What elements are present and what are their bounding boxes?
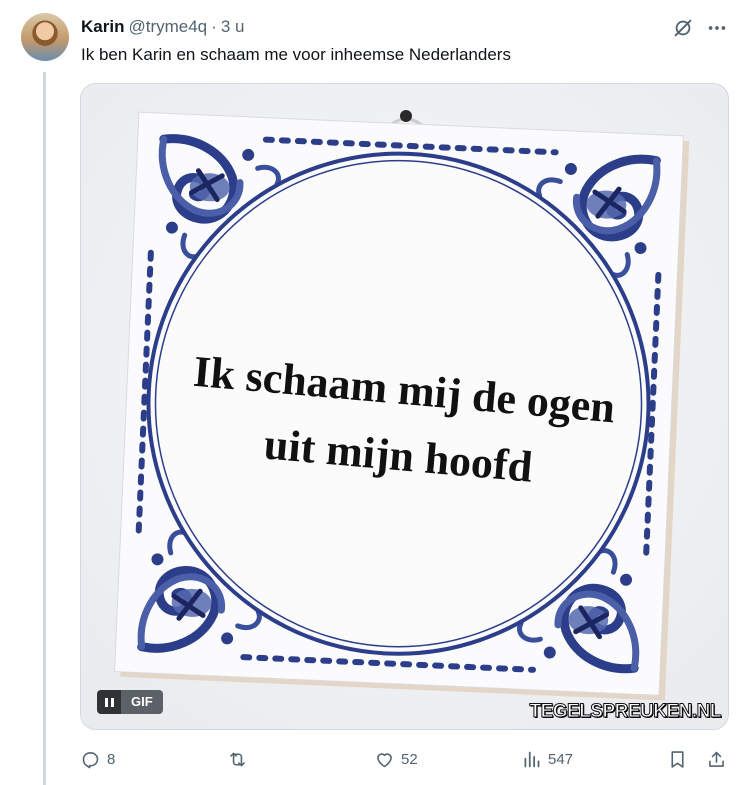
gif-controls: GIF [97,690,163,714]
delft-tile-image: Ik schaam mij de ogen uit mijn hoofd [81,84,728,729]
grok-icon[interactable] [672,17,694,39]
timestamp[interactable]: 3 u [221,17,245,37]
reply-button[interactable]: 8 [80,746,115,772]
views-count: 547 [548,750,574,768]
views-button[interactable]: 547 [521,746,573,772]
gif-badge: GIF [121,690,163,714]
share-icon [709,751,724,767]
pause-icon[interactable] [97,690,121,714]
like-count: 52 [401,750,418,768]
bookmark-icon [671,750,684,768]
views-icon [524,751,540,767]
share-button[interactable] [706,746,733,772]
like-button[interactable]: 52 [374,746,418,772]
more-icon[interactable] [706,17,728,39]
action-bar: 8 52 547 [80,746,730,772]
tweet-header: Karin @tryme4q · 3 u [81,16,244,38]
display-name[interactable]: Karin [81,17,124,37]
user-handle[interactable]: @tryme4q [128,17,207,37]
retweet-icon [230,752,245,766]
watermark: TEGELSPREUKEN.NL [529,701,722,723]
tweet-text: Ik ben Karin en schaam me voor inheemse … [81,45,511,64]
retweet-button[interactable] [227,746,254,772]
bookmark-button[interactable] [667,746,694,772]
gif-media[interactable]: Ik schaam mij de ogen uit mijn hoofd GIF… [80,83,729,730]
avatar[interactable] [21,13,69,61]
reply-icon [82,751,99,768]
separator-dot: · [211,17,217,36]
thread-line [43,72,46,785]
reply-count: 8 [107,750,116,768]
like-icon [377,752,392,767]
